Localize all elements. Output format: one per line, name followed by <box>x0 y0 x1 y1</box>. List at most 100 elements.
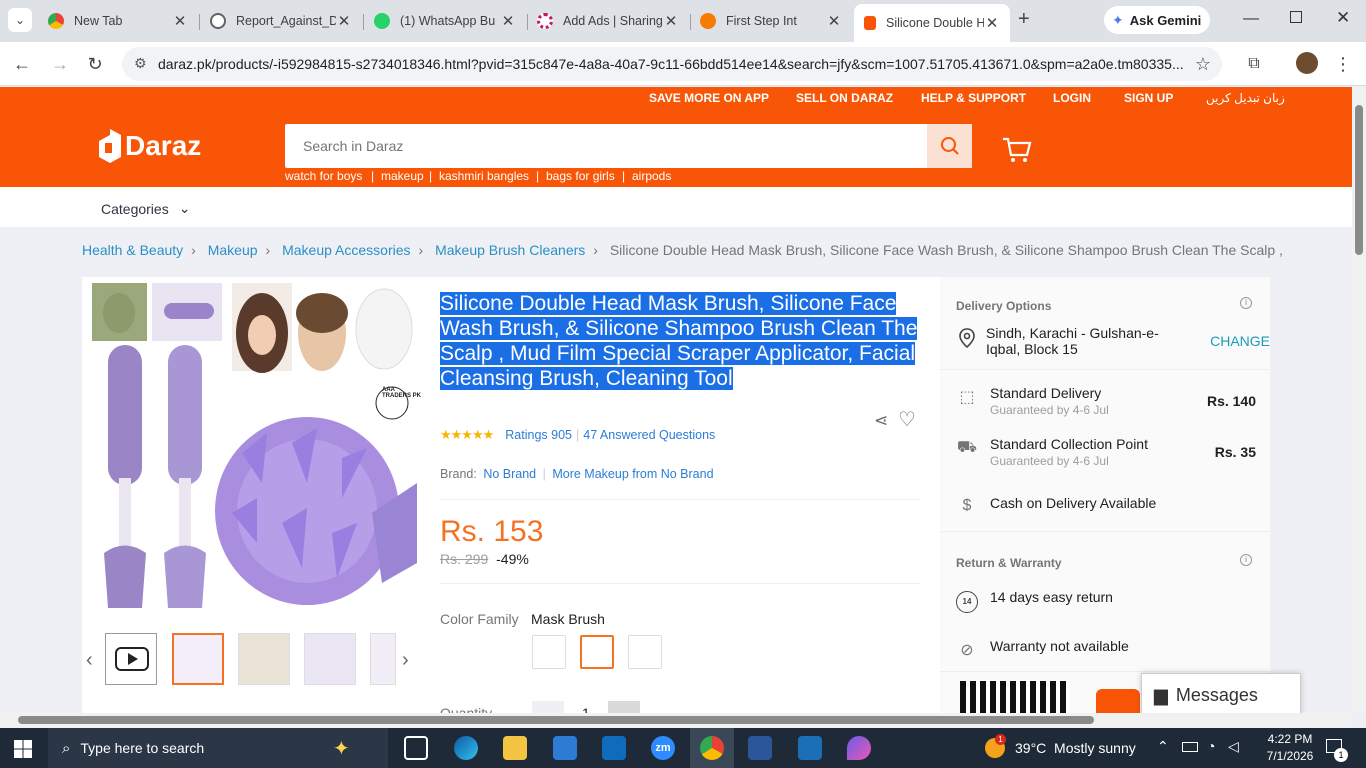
clock-time[interactable]: 4:22 PM <box>1262 732 1318 746</box>
thumbnail-image[interactable] <box>304 633 356 685</box>
search-hint-link[interactable]: kashmiri bangles <box>439 169 529 183</box>
more-from-brand-link[interactable]: More Makeup from No Brand <box>552 467 713 481</box>
product-panel: AAA TRADERS PK ‹ › Silicone Double Head … <box>82 277 940 717</box>
close-icon[interactable]: ✕ <box>984 14 1000 32</box>
tab-first-step[interactable]: First Step Int ✕ <box>690 6 852 36</box>
search-input[interactable] <box>285 124 927 168</box>
chrome-taskbar-active[interactable] <box>690 728 734 768</box>
search-hint-link[interactable]: watch for boys <box>285 169 362 183</box>
thumbnail-image[interactable] <box>370 633 396 685</box>
change-location-link[interactable]: CHANGE <box>1210 333 1270 349</box>
signup-link[interactable]: SIGN UP <box>1124 91 1173 105</box>
weather-text[interactable]: 39°C Mostly sunny <box>1015 740 1136 756</box>
daraz-icon <box>864 16 876 30</box>
wifi-icon[interactable]: ◔ <box>1207 738 1215 754</box>
product-main-image[interactable]: AAA TRADERS PK <box>92 283 422 613</box>
chat-bubble-icon: ▆ <box>1154 684 1168 705</box>
thumbnail-image[interactable] <box>172 633 224 685</box>
bookmark-star-icon[interactable]: ☆ <box>1191 52 1215 76</box>
breadcrumb-link[interactable]: Health & Beauty <box>82 242 183 258</box>
login-link[interactable]: LOGIN <box>1053 91 1091 105</box>
chevron-left-icon[interactable]: ‹ <box>86 649 93 672</box>
video-thumbnail[interactable] <box>105 633 157 685</box>
site-settings-icon[interactable]: ⚙ <box>134 55 147 72</box>
firststep-icon <box>700 13 716 29</box>
outlook-icon[interactable] <box>602 736 626 760</box>
zoom-icon[interactable]: zm <box>651 736 675 760</box>
vertical-scroll-thumb[interactable] <box>1355 105 1363 255</box>
info-icon[interactable]: i <box>1240 297 1252 309</box>
horizontal-scroll-thumb[interactable] <box>18 716 1094 724</box>
profile-avatar[interactable] <box>1296 52 1318 74</box>
store-icon[interactable] <box>553 736 577 760</box>
save-more-on-app-link[interactable]: SAVE MORE ON APP <box>649 91 769 105</box>
answered-questions-link[interactable]: 47 Answered Questions <box>583 428 715 442</box>
tab-add-ads[interactable]: Add Ads | Sharing ✕ <box>527 6 689 36</box>
categories-dropdown[interactable]: Categories ⌄ <box>101 200 190 217</box>
task-view-icon[interactable] <box>404 736 428 760</box>
horizontal-scrollbar[interactable] <box>0 713 1352 727</box>
color-swatch[interactable] <box>628 635 662 669</box>
close-icon[interactable]: ✕ <box>172 12 188 30</box>
daraz-logo[interactable]: Daraz <box>99 129 201 163</box>
close-icon[interactable]: ✕ <box>336 12 352 30</box>
chevron-up-icon[interactable]: ⌃ <box>1157 738 1169 755</box>
windows-start-icon[interactable] <box>14 740 32 758</box>
close-icon[interactable]: ✕ <box>500 12 516 30</box>
rating-stars: ★★★★★ <box>440 427 494 442</box>
language-switch-link[interactable]: زبان تبدیل کریں <box>1206 91 1285 105</box>
cart-icon[interactable] <box>1002 137 1032 163</box>
ratings-link[interactable]: Ratings 905 <box>505 428 572 442</box>
close-icon[interactable]: ✕ <box>826 12 842 30</box>
restore-icon[interactable] <box>1290 11 1302 23</box>
tab-search-button[interactable]: ⌄ <box>8 8 32 32</box>
color-swatch[interactable] <box>532 635 566 669</box>
info-icon[interactable]: i <box>1240 554 1252 566</box>
app-qr-code <box>960 681 1070 713</box>
extensions-puzzle-icon[interactable]: ⧉ <box>1242 52 1266 76</box>
help-support-link[interactable]: HELP & SUPPORT <box>921 91 1026 105</box>
ask-gemini-button[interactable]: ✦ Ask Gemini <box>1104 6 1210 34</box>
share-icon[interactable]: ⋖ <box>874 411 888 431</box>
thumbnail-image[interactable] <box>238 633 290 685</box>
word-icon[interactable] <box>748 736 772 760</box>
breadcrumb-link[interactable]: Makeup Brush Cleaners <box>435 242 585 258</box>
edge-icon[interactable] <box>454 736 478 760</box>
new-tab-plus-icon[interactable]: + <box>1018 8 1030 31</box>
breadcrumb-link[interactable]: Makeup <box>208 242 258 258</box>
tab-silicone-active[interactable]: Silicone Double H ✕ <box>854 4 1010 42</box>
wishlist-heart-icon[interactable]: ♡ <box>898 407 916 432</box>
minimize-icon[interactable]: — <box>1243 10 1259 28</box>
chrome-icon <box>48 13 64 29</box>
color-swatch-selected[interactable] <box>580 635 614 669</box>
menu-kebab-icon[interactable]: ⋮ <box>1331 52 1355 76</box>
paint-icon[interactable] <box>847 736 871 760</box>
sell-on-daraz-link[interactable]: SELL ON DARAZ <box>796 91 893 105</box>
clock-date[interactable]: 7/1/2026 <box>1262 749 1318 763</box>
search-hint-link[interactable]: airpods <box>632 169 671 183</box>
breadcrumb-link[interactable]: Makeup Accessories <box>282 242 410 258</box>
tab-whatsapp[interactable]: (1) WhatsApp Bu ✕ <box>364 6 526 36</box>
address-bar[interactable]: ⚙ daraz.pk/products/-i592984815-s2734018… <box>122 47 1222 81</box>
window-close-icon[interactable]: ✕ <box>1336 8 1350 28</box>
tab-new-tab[interactable]: New Tab ✕ <box>38 6 198 36</box>
tab-report[interactable]: Report_Against_D ✕ <box>200 6 362 36</box>
cash-icon: $ <box>962 497 972 514</box>
file-explorer-icon[interactable] <box>503 736 527 760</box>
battery-icon[interactable] <box>1182 742 1198 752</box>
daraz-logo-icon <box>99 129 121 163</box>
product-price: Rs. 153 <box>440 515 544 548</box>
calendar-app-icon[interactable] <box>798 736 822 760</box>
chevron-right-icon[interactable]: › <box>402 649 409 672</box>
search-hint-link[interactable]: makeup <box>381 169 424 183</box>
messages-button[interactable]: ▆ Messages <box>1141 673 1301 717</box>
forward-arrow-icon[interactable]: → <box>48 52 72 76</box>
search-button[interactable] <box>927 124 972 168</box>
vertical-scrollbar[interactable] <box>1352 87 1366 713</box>
volume-icon[interactable]: ◁ <box>1228 738 1239 755</box>
back-arrow-icon[interactable]: ← <box>10 52 34 76</box>
search-hint-link[interactable]: bags for girls <box>546 169 615 183</box>
brand-link[interactable]: No Brand <box>483 467 536 481</box>
close-icon[interactable]: ✕ <box>663 12 679 30</box>
reload-icon[interactable]: ↻ <box>83 52 107 76</box>
